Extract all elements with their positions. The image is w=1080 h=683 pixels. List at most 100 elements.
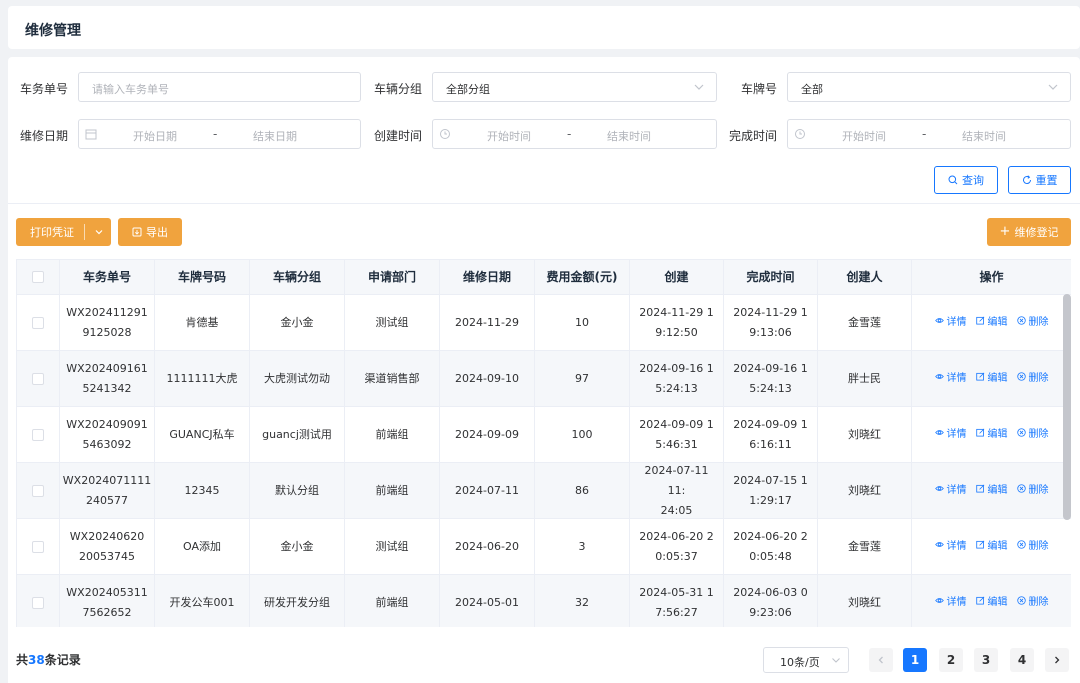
table-row[interactable]: WX20240620 20053745 OA添加 金小金 测试组 2024-06-20 3 2…: [17, 519, 1071, 575]
edit-link[interactable]: 编辑: [975, 481, 1008, 501]
row-select-cell: [17, 407, 60, 463]
table-row[interactable]: WX202411291 9125028 肯德基 金小金 测试组 2024-11-29 10 2…: [17, 295, 1071, 351]
col-created[interactable]: 创建: [630, 260, 724, 295]
delete-link[interactable]: 删除: [1016, 369, 1049, 389]
next-page-button[interactable]: [1045, 648, 1069, 672]
plate-select[interactable]: 全部: [787, 72, 1071, 102]
delete-link[interactable]: 删除: [1016, 481, 1049, 501]
order-no-placeholder: 请输入车务单号: [92, 83, 169, 96]
cell-creator: 刘晓红: [818, 407, 912, 463]
cell-created-line2: 9:12:50: [655, 325, 698, 339]
edit-link[interactable]: 编辑: [975, 537, 1008, 557]
delete-link[interactable]: 删除: [1016, 313, 1049, 333]
plate-label: 车牌号: [741, 82, 778, 96]
col-repair-date[interactable]: 维修日期: [440, 260, 535, 295]
cell-actions: 详情 编辑 删除: [912, 575, 1071, 627]
edit-link[interactable]: 编辑: [975, 313, 1008, 333]
table-row[interactable]: WX2024071111 240577 12345 默认分组 前端组 2024-07-11…: [17, 463, 1071, 519]
query-button[interactable]: 查询: [934, 166, 998, 194]
row-select-cell: [17, 295, 60, 351]
cell-created: 2024-05-31 1 7:56:27: [630, 575, 724, 627]
reset-button[interactable]: 重置: [1008, 166, 1071, 194]
delete-link[interactable]: 删除: [1016, 593, 1049, 613]
col-group[interactable]: 车辆分组: [250, 260, 345, 295]
table-scrollbar[interactable]: [1063, 294, 1071, 520]
total-records: 共38条记录: [16, 651, 81, 668]
detail-label: 详情: [946, 540, 967, 552]
refresh-icon: [1022, 175, 1031, 184]
repair-date-range[interactable]: 开始日期 - 结束日期: [78, 119, 361, 149]
print-voucher-label: 打印凭证: [30, 226, 74, 239]
detail-link[interactable]: 详情: [934, 425, 967, 445]
eye-icon: [934, 537, 944, 557]
delete-link[interactable]: 删除: [1016, 425, 1049, 445]
delete-icon: [1016, 481, 1026, 501]
chevron-down-icon[interactable]: [94, 227, 104, 237]
col-amount[interactable]: 费用金额(元): [535, 260, 630, 295]
edit-icon: [975, 537, 985, 557]
export-button[interactable]: 导出: [118, 218, 182, 246]
delete-link[interactable]: 删除: [1016, 537, 1049, 557]
vehicle-group-select[interactable]: 全部分组: [432, 72, 717, 102]
cell-created: 2024-06-20 2 0:05:37: [630, 519, 724, 575]
table-row[interactable]: WX202405311 7562652 开发公车001 研发开发分组 前端组 2024-0…: [17, 575, 1071, 627]
repair-register-button[interactable]: + 维修登记: [987, 218, 1071, 246]
repair-table: 车务单号 车牌号码 车辆分组 申请部门 维修日期 费用金额(元) 创建 完成时间…: [16, 259, 1071, 627]
col-plate[interactable]: 车牌号码: [155, 260, 250, 295]
row-checkbox[interactable]: [32, 484, 44, 497]
detail-link[interactable]: 详情: [934, 369, 967, 389]
edit-link[interactable]: 编辑: [975, 425, 1008, 445]
finish-time-end: 结束时间: [962, 130, 1006, 143]
cell-order-line1: WX202405311: [66, 585, 148, 599]
create-time-range[interactable]: 开始时间 - 结束时间: [432, 119, 717, 149]
plate-value: 全部: [801, 83, 823, 96]
cell-amount: 10: [535, 295, 630, 351]
col-finished[interactable]: 完成时间: [724, 260, 818, 295]
col-creator[interactable]: 创建人: [818, 260, 912, 295]
row-checkbox[interactable]: [32, 372, 44, 385]
detail-link[interactable]: 详情: [934, 481, 967, 501]
detail-label: 详情: [946, 596, 967, 608]
main-panel: 车务单号 请输入车务单号 车辆分组 全部分组 车牌号 全部 维修日期 开始日期 …: [8, 57, 1080, 683]
row-checkbox[interactable]: [32, 596, 44, 609]
col-dept[interactable]: 申请部门: [345, 260, 440, 295]
cell-group: 默认分组: [250, 463, 345, 519]
row-checkbox[interactable]: [32, 428, 44, 441]
order-no-input[interactable]: 请输入车务单号: [78, 72, 361, 102]
col-order-no[interactable]: 车务单号: [60, 260, 155, 295]
print-voucher-button[interactable]: 打印凭证: [16, 218, 111, 246]
row-checkbox[interactable]: [32, 540, 44, 553]
table-row[interactable]: WX202409091 5463092 GUANCJ私车 guancj测试用 前端组 20…: [17, 407, 1071, 463]
page-2-button[interactable]: 2: [939, 648, 963, 672]
select-all-checkbox[interactable]: [32, 271, 44, 283]
detail-link[interactable]: 详情: [934, 593, 967, 613]
cell-date: 2024-06-20: [440, 519, 535, 575]
cell-order: WX2024071111 240577: [60, 463, 155, 519]
cell-order-line1: WX202409091: [66, 417, 148, 431]
detail-link[interactable]: 详情: [934, 313, 967, 333]
detail-link[interactable]: 详情: [934, 537, 967, 557]
table-row[interactable]: WX202409161 5241342 1111111大虎 大虎测试勿动 渠道销售部 20…: [17, 351, 1071, 407]
cell-created-line2: 24:05: [660, 503, 693, 517]
edit-link[interactable]: 编辑: [975, 369, 1008, 389]
prev-page-button[interactable]: [869, 648, 893, 672]
finish-time-range[interactable]: 开始时间 - 结束时间: [787, 119, 1071, 149]
page-size-select[interactable]: 10条/页: [763, 647, 849, 673]
calendar-icon: [85, 129, 97, 140]
detail-label: 详情: [946, 428, 967, 440]
page-3-button[interactable]: 3: [974, 648, 998, 672]
edit-link[interactable]: 编辑: [975, 593, 1008, 613]
cell-created-line1: 2024-05-31 1: [639, 585, 714, 599]
page-1-button[interactable]: 1: [903, 648, 927, 672]
finish-time-label: 完成时间: [729, 129, 778, 143]
cell-dept: 测试组: [345, 295, 440, 351]
range-separator: -: [567, 127, 572, 141]
total-suffix: 条记录: [44, 653, 81, 667]
edit-label: 编辑: [987, 484, 1008, 496]
cell-finished-line1: 2024-06-03 0: [733, 585, 808, 599]
repair-date-end: 结束日期: [253, 130, 297, 143]
cell-group: 金小金: [250, 295, 345, 351]
page-4-button[interactable]: 4: [1010, 648, 1034, 672]
row-checkbox[interactable]: [32, 316, 44, 329]
row-select-cell: [17, 463, 60, 519]
